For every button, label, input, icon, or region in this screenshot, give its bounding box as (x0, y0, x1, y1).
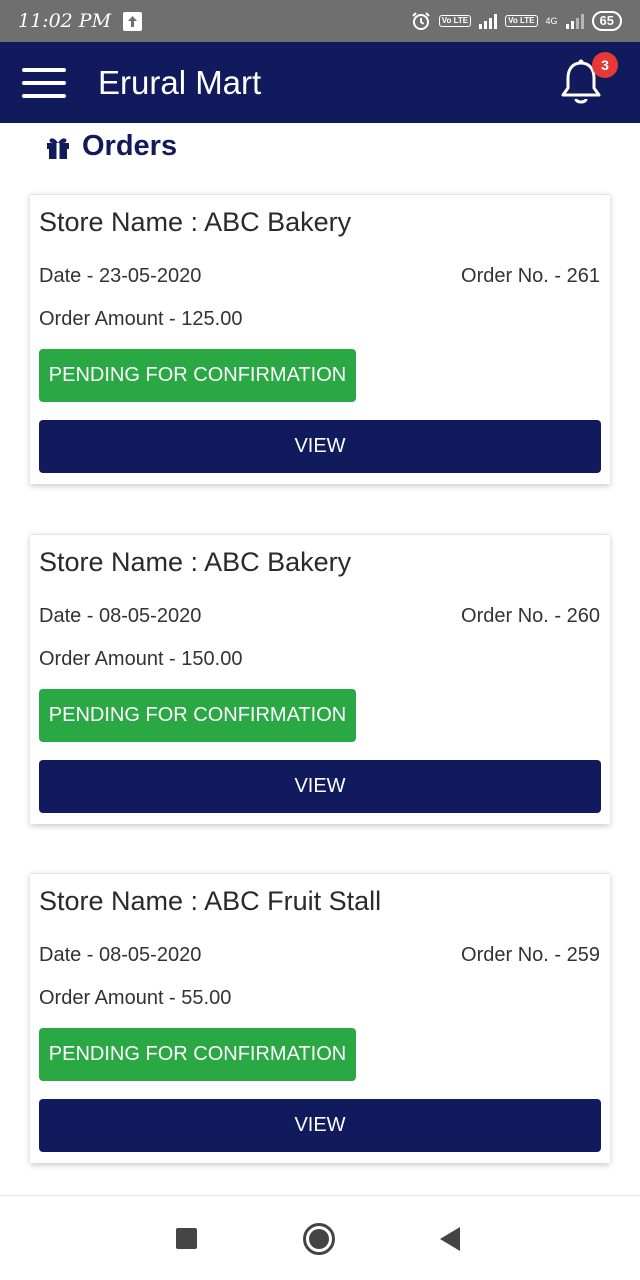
network-type-label: 4G (545, 15, 558, 26)
order-status-badge: PENDING FOR CONFIRMATION (39, 1028, 356, 1081)
status-indicators: Vo LTE Vo LTE 4G 65 (411, 11, 622, 31)
app-bar: Erural Mart 3 (0, 42, 640, 123)
store-name: Store Name : ABC Bakery (39, 207, 352, 237)
order-date: Date - 23-05-2020 (39, 265, 202, 287)
order-amount: Order Amount - 150.00 (39, 648, 243, 670)
home-icon[interactable] (303, 1223, 335, 1255)
store-name: Store Name : ABC Bakery (39, 547, 352, 577)
signal-icon-2 (565, 13, 584, 29)
page-heading: Orders (44, 130, 177, 163)
order-amount: Order Amount - 125.00 (39, 308, 243, 330)
hamburger-menu-icon[interactable] (22, 67, 66, 98)
status-time: 11:02 PM (18, 10, 112, 32)
volte-badge-2: Vo LTE (505, 15, 538, 27)
order-status-badge: PENDING FOR CONFIRMATION (39, 349, 356, 402)
view-order-button[interactable]: VIEW (39, 760, 601, 813)
back-icon[interactable] (440, 1227, 460, 1251)
order-card: Store Name : ABC Bakery Date - 23-05-202… (30, 194, 610, 484)
order-status-badge: PENDING FOR CONFIRMATION (39, 689, 356, 742)
page-title: Orders (82, 130, 178, 162)
notifications-button[interactable]: 3 (558, 52, 618, 106)
order-card: Store Name : ABC Bakery Date - 08-05-202… (30, 534, 610, 824)
order-number: Order No. - 259 (461, 944, 600, 966)
system-navigation-bar (0, 1195, 640, 1280)
store-name: Store Name : ABC Fruit Stall (39, 886, 382, 916)
order-number: Order No. - 261 (461, 265, 600, 287)
alarm-icon (412, 12, 430, 30)
order-card: Store Name : ABC Fruit Stall Date - 08-0… (30, 873, 610, 1163)
order-amount: Order Amount - 55.00 (39, 987, 232, 1009)
order-date: Date - 08-05-2020 (39, 605, 202, 627)
battery-indicator: 65 (591, 11, 622, 31)
signal-icon-1 (479, 13, 498, 29)
recents-icon[interactable] (176, 1228, 197, 1249)
volte-badge-1: Vo LTE (438, 15, 472, 27)
gift-icon (47, 137, 69, 159)
order-date: Date - 08-05-2020 (39, 944, 202, 966)
app-title: Erural Mart (98, 63, 262, 101)
system-status-bar: 11:02 PM Vo LTE Vo LTE 4G 65 (0, 0, 640, 42)
notification-count-badge: 3 (592, 52, 618, 78)
upload-icon (123, 11, 143, 31)
view-order-button[interactable]: VIEW (39, 1099, 601, 1152)
order-number: Order No. - 260 (461, 605, 600, 627)
view-order-button[interactable]: VIEW (39, 420, 601, 473)
